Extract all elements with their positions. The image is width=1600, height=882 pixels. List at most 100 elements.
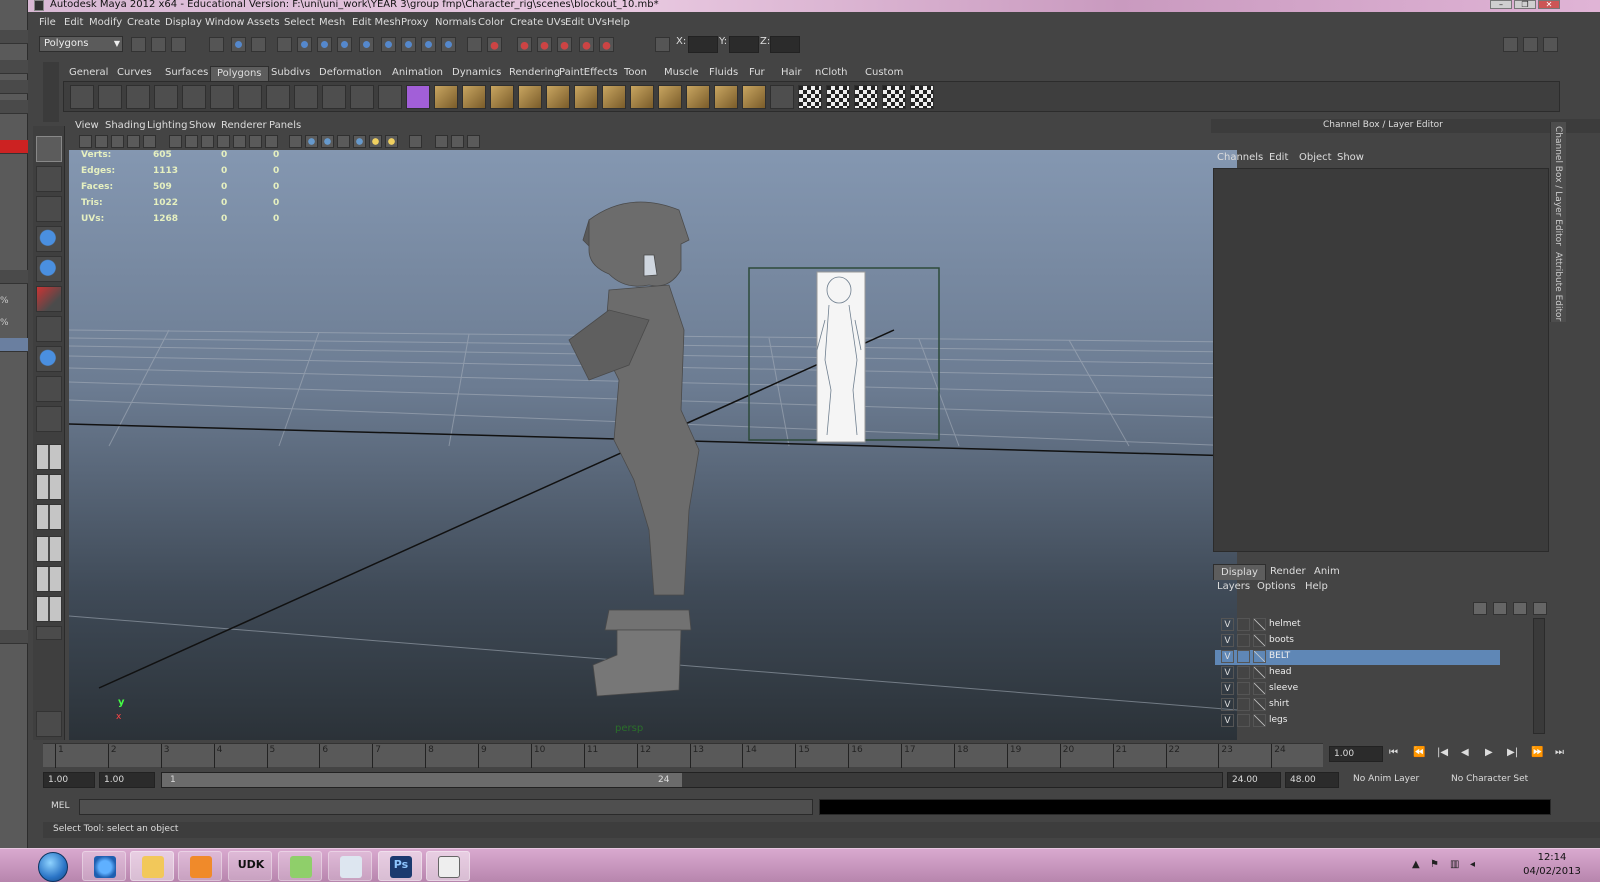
mel-input[interactable] <box>79 799 813 815</box>
panel-menu-shading[interactable]: Shading <box>105 120 146 131</box>
grease-pencil-icon[interactable] <box>143 135 156 148</box>
panel-menu-renderer[interactable]: Renderer <box>221 120 267 131</box>
xray-icon[interactable] <box>337 135 350 148</box>
save-scene-icon[interactable] <box>171 37 186 52</box>
sculpt-icon[interactable] <box>770 85 794 109</box>
poly-cylinder-icon[interactable] <box>126 85 150 109</box>
xray-joints-icon[interactable] <box>435 135 448 148</box>
visibility-toggle[interactable]: V <box>1221 714 1234 727</box>
new-empty-layer-icon[interactable] <box>1513 602 1527 615</box>
grid-toggle-icon[interactable] <box>169 135 182 148</box>
new-layer-from-selection-icon[interactable] <box>1533 602 1547 615</box>
checker-icon[interactable] <box>798 85 822 109</box>
system-clock[interactable]: 12:14 04/02/2013 <box>1517 851 1587 879</box>
panel-menu-view[interactable]: View <box>75 120 99 131</box>
shelf-tab-dynamics[interactable]: Dynamics <box>446 66 507 81</box>
layer-row[interactable]: V legs <box>1215 714 1500 729</box>
combine-icon[interactable] <box>322 85 346 109</box>
shelf-tab-fluids[interactable]: Fluids <box>703 66 744 81</box>
visibility-toggle[interactable]: V <box>1221 634 1234 647</box>
layer-tab-anim[interactable]: Anim <box>1307 564 1347 580</box>
shelf-tab-surfaces[interactable]: Surfaces <box>159 66 214 81</box>
cb-menu-show[interactable]: Show <box>1337 152 1364 163</box>
menu-proxy[interactable]: Proxy <box>401 17 428 28</box>
panel-menu-lighting[interactable]: Lighting <box>147 120 187 131</box>
shelf-tab-custom[interactable]: Custom <box>859 66 909 81</box>
display-type-toggle[interactable] <box>1237 698 1250 711</box>
panel-menu-panels[interactable]: Panels <box>269 120 301 131</box>
append-polygon-icon[interactable] <box>490 85 514 109</box>
cb-menu-object[interactable]: Object <box>1299 152 1332 163</box>
wireframe-icon[interactable] <box>289 135 302 148</box>
menu-normals[interactable]: Normals <box>435 17 476 28</box>
close-button[interactable]: ✕ <box>1538 0 1560 9</box>
show-manipulator-icon[interactable] <box>36 376 62 402</box>
shelf-tab-muscle[interactable]: Muscle <box>658 66 705 81</box>
step-forward-key-button[interactable]: ⏩ <box>1531 747 1543 758</box>
textured-icon[interactable] <box>353 135 366 148</box>
render-view-icon[interactable] <box>517 37 532 52</box>
chevron-down-icon[interactable] <box>36 626 62 640</box>
extrude-icon[interactable] <box>434 85 458 109</box>
last-tool-icon[interactable] <box>36 406 62 432</box>
menu-edit-uvs[interactable]: Edit UVs <box>565 17 607 28</box>
network-icon[interactable]: ▥ <box>1450 859 1460 871</box>
poly-pipe-icon[interactable] <box>266 85 290 109</box>
move-tool-icon[interactable] <box>36 226 62 252</box>
ipr-render-icon[interactable] <box>557 37 572 52</box>
shelf-tab-hair[interactable]: Hair <box>775 66 808 81</box>
shelf-tab-ncloth[interactable]: nCloth <box>809 66 853 81</box>
display-type-toggle[interactable] <box>1237 682 1250 695</box>
open-scene-icon[interactable] <box>151 37 166 52</box>
character-set-selector[interactable]: No Character Set <box>1451 774 1528 784</box>
flag-icon[interactable]: ⚑ <box>1430 859 1440 871</box>
shelf-tab-painteffects[interactable]: PaintEffects <box>553 66 624 81</box>
channel-box-toggle-icon[interactable] <box>1543 37 1558 52</box>
visibility-toggle[interactable]: V <box>1221 666 1234 679</box>
bridge-icon[interactable] <box>462 85 486 109</box>
playback-start-field[interactable]: 1.00 <box>99 772 155 788</box>
menu-mesh[interactable]: Mesh <box>319 17 345 28</box>
custom-layout-icon[interactable] <box>36 596 62 622</box>
menu-display[interactable]: Display <box>165 17 202 28</box>
hand-tool-icon[interactable] <box>36 711 62 737</box>
step-forward-frame-button[interactable]: ▶| <box>1507 747 1518 758</box>
menu-set-selector[interactable]: Polygons ▼ <box>39 36 123 52</box>
app-taskbar-button[interactable] <box>328 851 372 881</box>
layer-color-swatch[interactable] <box>1253 698 1266 711</box>
layer-color-swatch[interactable] <box>1253 650 1266 663</box>
display-type-toggle[interactable] <box>1237 650 1250 663</box>
high-quality-icon[interactable] <box>467 135 480 148</box>
uv-snapshot-icon[interactable] <box>854 85 878 109</box>
go-to-start-button[interactable]: ⏮ <box>1389 747 1398 758</box>
layer-tab-display[interactable]: Display <box>1213 564 1266 580</box>
uv-editor-icon[interactable] <box>910 85 934 109</box>
play-forwards-button[interactable]: ▶ <box>1485 747 1493 758</box>
offset-edge-loop-icon[interactable] <box>574 85 598 109</box>
safe-action-icon[interactable] <box>249 135 262 148</box>
safe-title-icon[interactable] <box>265 135 278 148</box>
soft-modification-icon[interactable] <box>36 346 62 372</box>
step-back-frame-button[interactable]: |◀ <box>1437 747 1448 758</box>
photoshop-taskbar-button[interactable]: Ps <box>378 851 422 881</box>
display-type-toggle[interactable] <box>1237 634 1250 647</box>
mel-label[interactable]: MEL <box>51 801 69 811</box>
display-type-toggle[interactable] <box>1237 714 1250 727</box>
shelf-tab-general[interactable]: General <box>63 66 114 81</box>
app-taskbar-button[interactable] <box>278 851 322 881</box>
universal-manipulator-icon[interactable] <box>36 316 62 342</box>
outliner-persp-layout-icon[interactable] <box>36 504 62 530</box>
menu-modify[interactable]: Modify <box>89 17 122 28</box>
automatic-map-icon[interactable] <box>742 85 766 109</box>
layer-menu-layers[interactable]: Layers <box>1217 581 1250 592</box>
explorer-taskbar-button[interactable] <box>130 851 174 881</box>
menu-assets[interactable]: Assets <box>247 17 280 28</box>
visibility-toggle[interactable]: V <box>1221 650 1234 663</box>
shelf-tab-polygons[interactable]: Polygons <box>210 66 269 81</box>
shadows-icon[interactable] <box>385 135 398 148</box>
shelf-tab-curves[interactable]: Curves <box>111 66 158 81</box>
layer-list-scrollbar[interactable] <box>1533 618 1545 734</box>
select-handles-icon[interactable] <box>297 37 312 52</box>
paint-select-tool-icon[interactable] <box>36 196 62 222</box>
resolution-gate-icon[interactable] <box>201 135 214 148</box>
